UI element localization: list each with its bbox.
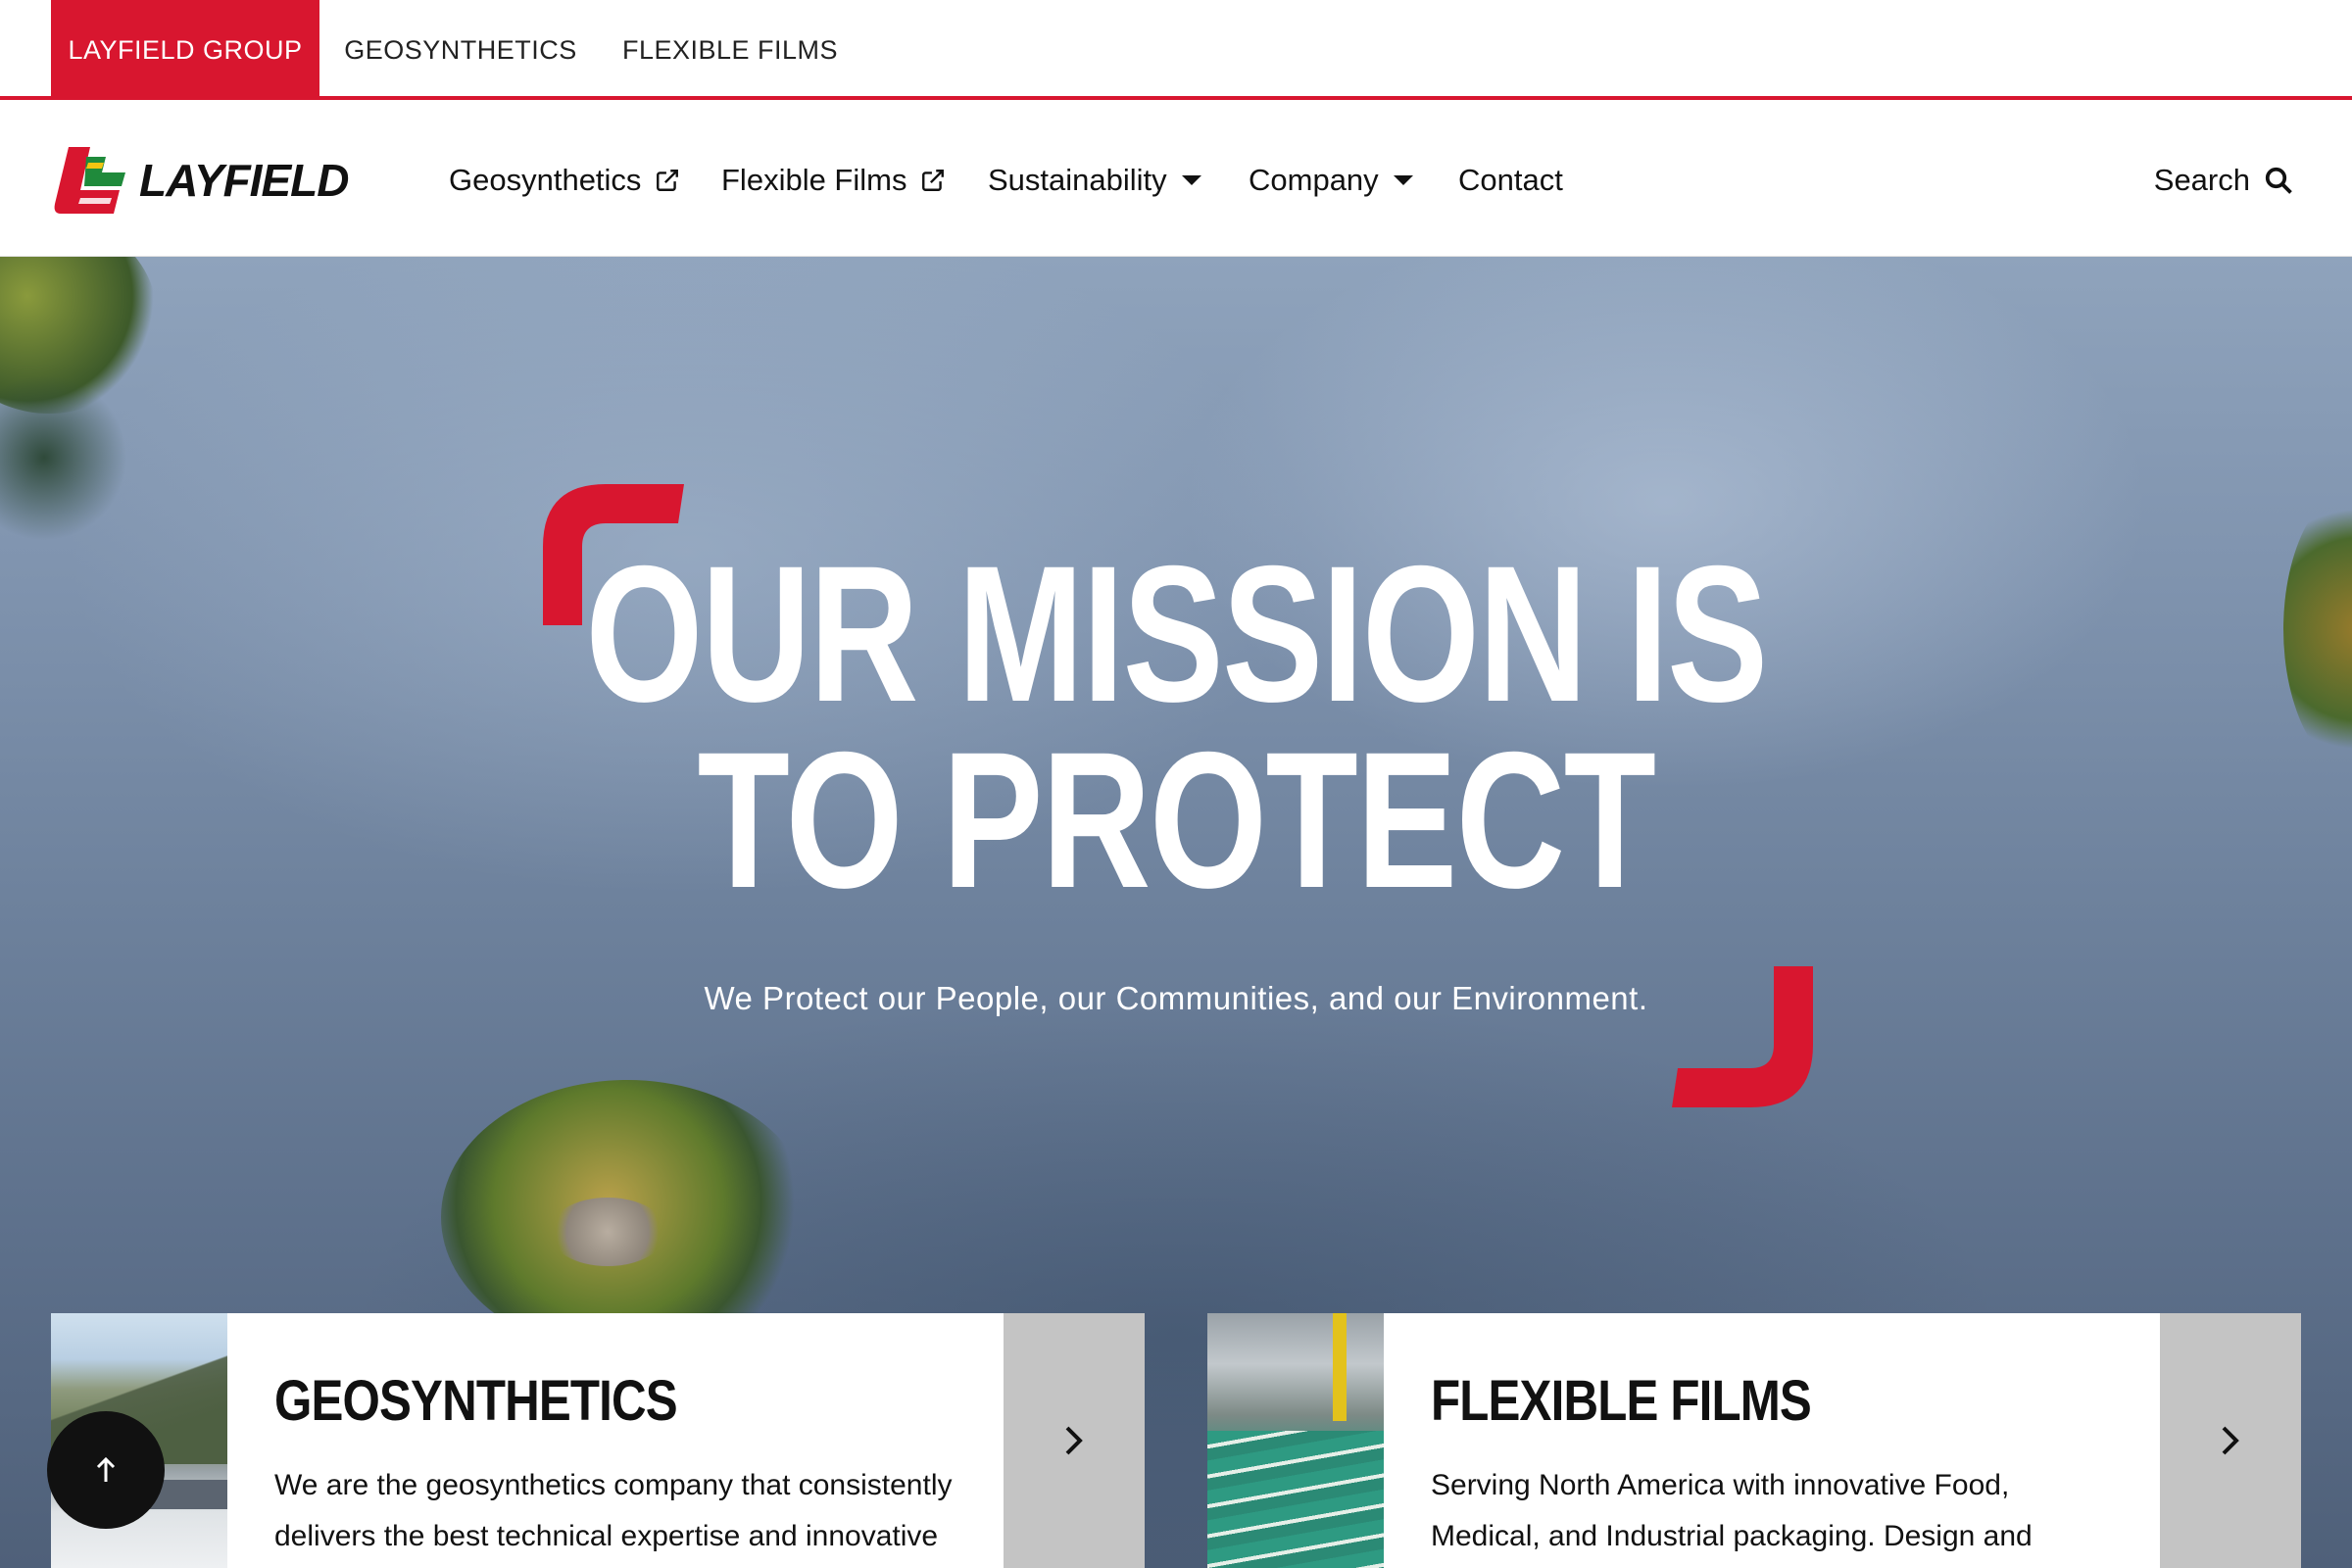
tab-flexible-films[interactable]: FLEXIBLE FILMS	[602, 0, 858, 100]
search-label: Search	[2153, 163, 2250, 197]
hero-title: OUR MISSION IS TO PROTECT	[259, 525, 2093, 928]
nav-sustainability[interactable]: Sustainability	[988, 153, 1202, 208]
external-link-icon	[922, 170, 945, 191]
flexible-films-card-body: Serving North America with innovative Fo…	[1431, 1469, 2033, 1552]
flexible-films-card-image	[1207, 1313, 1384, 1568]
group-topbar: LAYFIELD GROUP GEOSYNTHETICS FLEXIBLE FI…	[0, 0, 2352, 100]
chevron-right-icon	[1065, 1426, 1083, 1455]
main-navigation: LAYFIELD Geosynthetics Flexible Films Su…	[0, 104, 2352, 257]
caret-down-icon	[1181, 175, 1201, 185]
nav-geosynthetics[interactable]: Geosynthetics	[449, 153, 680, 208]
nav-company-label: Company	[1249, 163, 1379, 197]
geosynthetics-card[interactable]: GEOSYNTHETICS We are the geosynthetics c…	[51, 1313, 1145, 1568]
nav-contact-label: Contact	[1458, 163, 1563, 197]
nav-company[interactable]: Company	[1249, 153, 1414, 208]
tab-layfield-group[interactable]: LAYFIELD GROUP	[51, 0, 319, 100]
tab-geosynthetics[interactable]: GEOSYNTHETICS	[319, 0, 602, 100]
arrow-up-icon	[96, 1456, 116, 1482]
geosynthetics-card-title: GEOSYNTHETICS	[274, 1369, 678, 1433]
layfield-logo[interactable]: LAYFIELD	[51, 143, 355, 218]
nav-geosynthetics-label: Geosynthetics	[449, 163, 642, 197]
search-button[interactable]: Search	[2154, 153, 2293, 208]
search-icon	[2265, 167, 2292, 194]
hero-title-line-2: TO PROTECT	[697, 711, 1656, 928]
hero-subtitle: We Protect our People, our Communities, …	[704, 980, 1648, 1016]
nav-flexible-films-label: Flexible Films	[721, 163, 907, 197]
geosynthetics-card-arrow-button[interactable]	[1004, 1313, 1145, 1568]
layfield-logo-mark-icon	[54, 147, 125, 214]
nav-flexible-films[interactable]: Flexible Films	[721, 153, 946, 208]
flexible-films-card-title: FLEXIBLE FILMS	[1431, 1369, 1812, 1433]
caret-down-icon	[1393, 175, 1413, 185]
chevron-right-icon	[2222, 1426, 2239, 1455]
nav-sustainability-label: Sustainability	[988, 163, 1167, 197]
hero-title-line-1: OUR MISSION IS	[585, 525, 1768, 742]
geosynthetics-card-body: We are the geosynthetics company that co…	[274, 1469, 953, 1552]
flexible-films-card-arrow-button[interactable]	[2160, 1313, 2301, 1568]
external-link-icon	[657, 170, 679, 191]
back-to-top-button[interactable]	[47, 1411, 165, 1529]
flexible-films-card[interactable]: FLEXIBLE FILMS Serving North America wit…	[1207, 1313, 2301, 1568]
nav-contact[interactable]: Contact	[1458, 153, 1563, 208]
logo-wordmark: LAYFIELD	[139, 155, 349, 206]
